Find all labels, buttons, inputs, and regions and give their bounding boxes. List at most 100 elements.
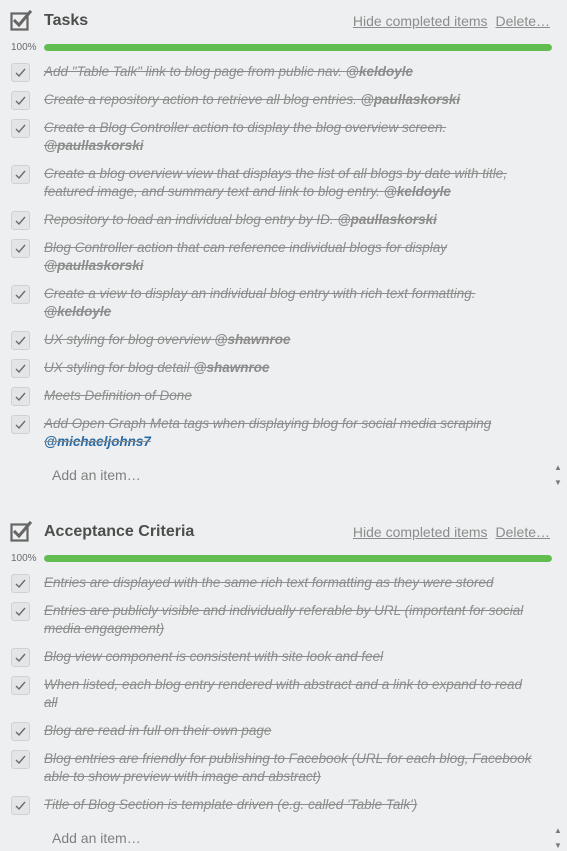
item-text[interactable]: Repository to load an individual blog en… xyxy=(44,211,537,229)
item-checkbox[interactable] xyxy=(11,574,30,593)
item-checkbox[interactable] xyxy=(11,750,30,769)
item-text[interactable]: UX styling for blog overview @shawnroe xyxy=(44,331,537,349)
item-text[interactable]: Create a Blog Controller action to displ… xyxy=(44,119,537,155)
item-label: Create a Blog Controller action to displ… xyxy=(44,120,447,135)
item-text[interactable]: When listed, each blog entry rendered wi… xyxy=(44,676,537,712)
item-checkbox[interactable] xyxy=(11,165,30,184)
checklist-actions: Hide completed items Delete… xyxy=(353,13,550,29)
progress-bar-fill xyxy=(44,555,552,562)
checklist-title[interactable]: Tasks xyxy=(44,12,88,30)
checklist-item[interactable]: When listed, each blog entry rendered wi… xyxy=(0,671,567,717)
item-checkbox[interactable] xyxy=(11,648,30,667)
checklist-item[interactable]: Meets Definition of Done xyxy=(0,382,567,410)
item-mention: @keldoyle xyxy=(383,184,451,199)
progress-percentage: 100% xyxy=(11,553,37,564)
item-text[interactable]: Blog are read in full on their own page xyxy=(44,722,537,740)
progress-row: 100% xyxy=(0,553,567,569)
item-checkbox[interactable] xyxy=(11,676,30,695)
item-text[interactable]: Meets Definition of Done xyxy=(44,387,537,405)
checklist-title[interactable]: Acceptance Criteria xyxy=(44,523,194,541)
checklist-item[interactable]: Add "Table Talk" link to blog page from … xyxy=(0,58,567,86)
item-label: UX styling for blog detail xyxy=(44,360,190,375)
item-text[interactable]: Title of Blog Section is template driven… xyxy=(44,796,537,814)
hide-completed-link[interactable]: Hide completed items xyxy=(353,13,488,29)
item-checkbox[interactable] xyxy=(11,331,30,350)
item-mention: @shawnroe xyxy=(193,360,270,375)
item-text[interactable]: Blog Controller action that can referenc… xyxy=(44,239,537,275)
checklist-item[interactable]: Create a Blog Controller action to displ… xyxy=(0,114,567,160)
item-mention: @paullaskorski xyxy=(44,258,144,273)
item-mention: @shawnroe xyxy=(214,332,291,347)
add-item-field[interactable]: Add an item… ▲ ▼ xyxy=(44,823,562,851)
checklist-item[interactable]: Add Open Graph Meta tags when displaying… xyxy=(0,410,567,456)
item-checkbox[interactable] xyxy=(11,415,30,434)
item-text[interactable]: UX styling for blog detail @shawnroe xyxy=(44,359,537,377)
checklist-item[interactable]: Create a view to display an individual b… xyxy=(0,280,567,326)
item-label: Title of Blog Section is template driven… xyxy=(44,797,418,812)
up-down-spinner-icon[interactable]: ▲ ▼ xyxy=(553,460,563,491)
checklist-item[interactable]: Title of Blog Section is template driven… xyxy=(0,791,567,819)
item-text[interactable]: Entries are displayed with the same rich… xyxy=(44,574,537,592)
item-checkbox[interactable] xyxy=(11,796,30,815)
checklist-items: Add "Table Talk" link to blog page from … xyxy=(0,58,567,456)
progress-row: 100% xyxy=(0,42,567,58)
item-mention: @keldoyle xyxy=(44,304,112,319)
checklist-item[interactable]: Blog are read in full on their own page xyxy=(0,717,567,745)
item-text[interactable]: Create a repository action to retrieve a… xyxy=(44,91,537,109)
add-item-field[interactable]: Add an item… ▲ ▼ xyxy=(44,460,562,491)
checklists-container: Tasks Hide completed items Delete… 100% Add … xyxy=(0,0,567,851)
item-label: Repository to load an individual blog en… xyxy=(44,212,334,227)
checklist-item[interactable]: Blog Controller action that can referenc… xyxy=(0,234,567,280)
item-checkbox[interactable] xyxy=(11,359,30,378)
checklist-item[interactable]: Create a repository action to retrieve a… xyxy=(0,86,567,114)
item-checkbox[interactable] xyxy=(11,119,30,138)
item-checkbox[interactable] xyxy=(11,602,30,621)
checklist-items: Entries are displayed with the same rich… xyxy=(0,569,567,819)
delete-checklist-link[interactable]: Delete… xyxy=(496,13,550,29)
checklist-item[interactable]: Create a blog overview view that display… xyxy=(0,160,567,206)
add-item-placeholder: Add an item… xyxy=(52,830,141,846)
item-checkbox[interactable] xyxy=(11,211,30,230)
checklist-item[interactable]: UX styling for blog overview @shawnroe xyxy=(0,326,567,354)
item-text[interactable]: Entries are publicly visible and individ… xyxy=(44,602,537,638)
hide-completed-link[interactable]: Hide completed items xyxy=(353,524,488,540)
item-label: UX styling for blog overview xyxy=(44,332,211,347)
checklist-item[interactable]: Blog view component is consistent with s… xyxy=(0,643,567,671)
progress-bar-fill xyxy=(44,44,552,51)
item-checkbox[interactable] xyxy=(11,285,30,304)
checklist-header: Acceptance Criteria Hide completed items D… xyxy=(0,511,567,553)
up-down-spinner-icon[interactable]: ▲ ▼ xyxy=(553,823,563,851)
checklist-header: Tasks Hide completed items Delete… xyxy=(0,0,567,42)
checklist-item[interactable]: Blog entries are friendly for publishing… xyxy=(0,745,567,791)
item-checkbox[interactable] xyxy=(11,91,30,110)
item-text[interactable]: Add "Table Talk" link to blog page from … xyxy=(44,63,537,81)
item-text[interactable]: Create a blog overview view that display… xyxy=(44,165,537,201)
item-label: Create a view to display an individual b… xyxy=(44,286,476,301)
checklist-icon xyxy=(10,9,33,32)
item-checkbox[interactable] xyxy=(11,387,30,406)
item-text[interactable]: Blog view component is consistent with s… xyxy=(44,648,537,666)
progress-bar xyxy=(44,44,552,51)
item-text[interactable]: Blog entries are friendly for publishing… xyxy=(44,750,537,786)
delete-checklist-link[interactable]: Delete… xyxy=(496,524,550,540)
item-mention: @paullaskorski xyxy=(44,138,144,153)
item-text[interactable]: Add Open Graph Meta tags when displaying… xyxy=(44,415,537,451)
item-label: Blog are read in full on their own page xyxy=(44,723,272,738)
item-label: Entries are displayed with the same rich… xyxy=(44,575,494,590)
item-mention[interactable]: @michaeljohns7 xyxy=(44,434,151,449)
item-text[interactable]: Create a view to display an individual b… xyxy=(44,285,537,321)
checklist-item[interactable]: Entries are displayed with the same rich… xyxy=(0,569,567,597)
item-label: Add "Table Talk" link to blog page from … xyxy=(44,64,343,79)
add-item-placeholder: Add an item… xyxy=(52,467,141,483)
item-label: Blog Controller action that can referenc… xyxy=(44,240,447,255)
checklist-item[interactable]: UX styling for blog detail @shawnroe xyxy=(0,354,567,382)
checklist-icon xyxy=(10,520,33,543)
item-checkbox[interactable] xyxy=(11,239,30,258)
progress-percentage: 100% xyxy=(11,42,37,53)
item-checkbox[interactable] xyxy=(11,63,30,82)
item-checkbox[interactable] xyxy=(11,722,30,741)
item-label: Blog entries are friendly for publishing… xyxy=(44,751,532,784)
checklist-item[interactable]: Repository to load an individual blog en… xyxy=(0,206,567,234)
checklist-item[interactable]: Entries are publicly visible and individ… xyxy=(0,597,567,643)
